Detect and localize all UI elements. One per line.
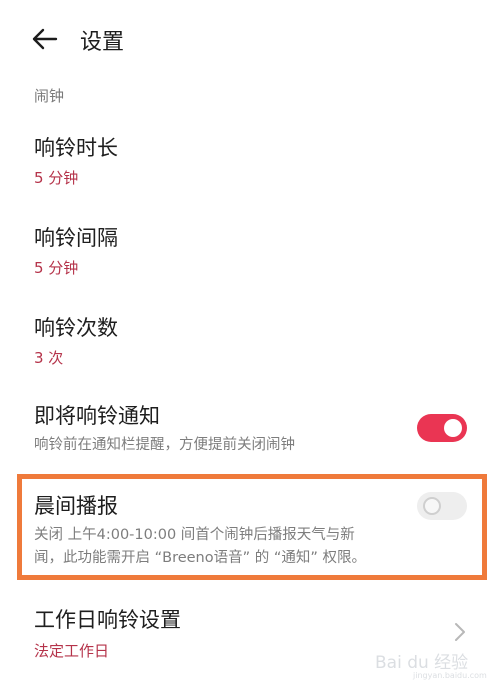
setting-title: 响铃间隔 xyxy=(34,226,118,250)
page-title: 设置 xyxy=(80,30,125,55)
setting-title: 即将响铃通知 xyxy=(34,404,160,428)
header-bar: 设置 xyxy=(0,0,500,80)
setting-upcoming-notification[interactable]: 即将响铃通知 响铃前在通知栏提醒，方便提前关闭闹钟 xyxy=(0,390,500,470)
setting-value: 法定工作日 xyxy=(34,642,110,660)
baidu-watermark: Bai du 经验 jingyan.baidu.com xyxy=(375,648,493,684)
section-label-alarm: 闹钟 xyxy=(34,87,65,105)
back-arrow-icon[interactable] xyxy=(30,26,58,52)
notification-toggle[interactable] xyxy=(417,414,467,442)
setting-title: 响铃时长 xyxy=(34,136,118,160)
setting-description: 响铃前在通知栏提醒，方便提前关闭闹钟 xyxy=(34,437,295,453)
setting-ring-count[interactable]: 响铃次数 3 次 xyxy=(0,300,500,380)
setting-value: 5 分钟 xyxy=(34,259,79,277)
setting-title: 工作日响铃设置 xyxy=(34,608,181,632)
setting-value: 5 分钟 xyxy=(34,169,79,187)
watermark-text: Bai du 经验 xyxy=(375,653,469,673)
watermark-subtext: jingyan.baidu.com xyxy=(413,671,487,680)
toggle-knob xyxy=(444,419,462,437)
highlight-frame xyxy=(17,474,487,580)
setting-ring-interval[interactable]: 响铃间隔 5 分钟 xyxy=(0,210,500,290)
setting-title: 响铃次数 xyxy=(34,316,118,340)
setting-value: 3 次 xyxy=(34,349,64,367)
setting-ring-duration[interactable]: 响铃时长 5 分钟 xyxy=(0,120,500,200)
chevron-right-icon xyxy=(455,623,465,641)
